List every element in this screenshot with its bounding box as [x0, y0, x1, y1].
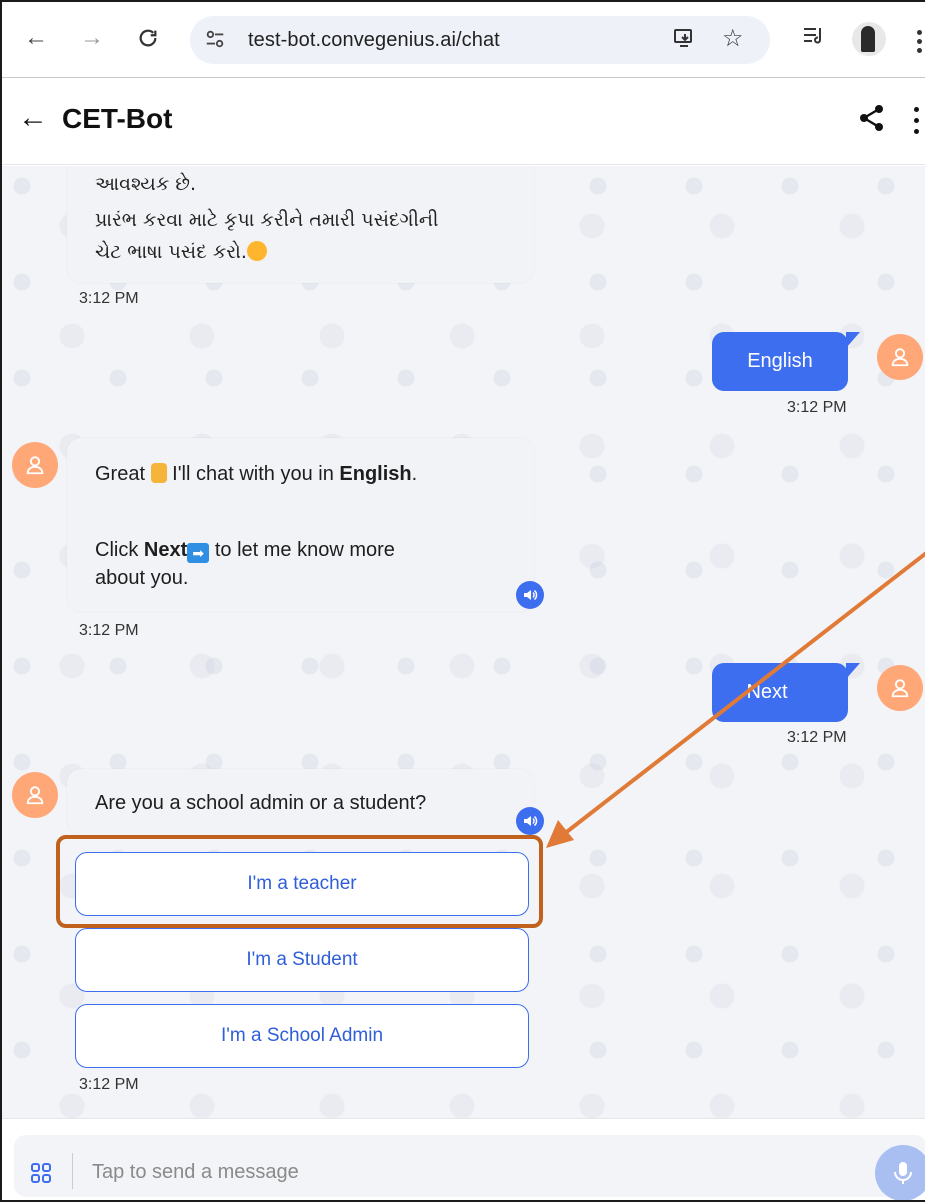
- message-text: Great: [95, 463, 146, 485]
- apps-grid-icon[interactable]: [30, 1162, 52, 1184]
- message-line: about you.: [95, 567, 189, 589]
- bot-message-bubble: Are you a school admin or a student?: [67, 769, 534, 835]
- message-text: Next: [746, 681, 788, 703]
- message-composer: [2, 1118, 925, 1200]
- thumbs-up-emoji-icon: [150, 463, 167, 483]
- user-icon: [26, 786, 44, 805]
- message-text: .: [411, 463, 418, 485]
- message-text: Click: [95, 539, 139, 561]
- message-timestamp: 3:12 PM: [79, 1076, 139, 1093]
- message-bold-text: English: [339, 463, 412, 485]
- message-line: Click Next ➡ to let me know more: [95, 536, 506, 564]
- message-bold-text: Next: [143, 539, 188, 561]
- mic-button[interactable]: [875, 1145, 925, 1200]
- site-settings-icon[interactable]: [204, 28, 226, 55]
- forward-icon[interactable]: →: [76, 22, 108, 54]
- screenshot-frame: ← → test-bot.convegenius.ai/chat ☆ ← CET: [0, 0, 925, 1202]
- composer-divider: [72, 1153, 73, 1189]
- profile-avatar[interactable]: [852, 22, 886, 56]
- reading-list-icon[interactable]: [802, 24, 826, 52]
- bot-avatar: [12, 442, 58, 488]
- message-text: I'll chat with you in: [172, 463, 334, 485]
- message-text: to let me know more: [214, 539, 395, 561]
- chat-header: ← CET-Bot: [2, 79, 925, 165]
- speaker-icon[interactable]: [516, 581, 544, 609]
- annotation-highlight-box: [56, 835, 543, 928]
- bot-message-bubble: Great I'll chat with you in English. Cli…: [67, 438, 534, 612]
- url-text[interactable]: test-bot.convegenius.ai/chat: [248, 29, 500, 52]
- user-icon: [891, 679, 909, 698]
- page-title: CET-Bot: [62, 103, 173, 134]
- browser-menu-icon[interactable]: [917, 30, 923, 53]
- share-icon[interactable]: [858, 103, 886, 133]
- user-message-bubble: English: [712, 332, 860, 391]
- bot-message-bubble: આવશ્યક છે. પ્રારંભ કરવા માટે કૃપા કરીને …: [67, 166, 534, 283]
- message-line: આવશ્યક છે.: [95, 173, 196, 195]
- right-arrow-emoji-icon: ➡: [187, 543, 210, 563]
- bookmark-star-icon[interactable]: ☆: [722, 24, 744, 53]
- more-vert-icon[interactable]: [914, 107, 922, 135]
- user-icon: [26, 456, 44, 475]
- message-timestamp: 3:12 PM: [787, 399, 847, 416]
- option-school-admin-button[interactable]: I'm a School Admin: [75, 1004, 529, 1068]
- reload-icon[interactable]: [132, 22, 164, 54]
- speaker-icon[interactable]: [516, 807, 544, 835]
- message-timestamp: 3:12 PM: [79, 622, 139, 639]
- address-bar[interactable]: test-bot.convegenius.ai/chat ☆: [190, 16, 770, 64]
- option-student-button[interactable]: I'm a Student: [75, 928, 529, 992]
- install-app-icon[interactable]: [672, 26, 696, 56]
- message-timestamp: 3:12 PM: [79, 290, 139, 307]
- chat-messages[interactable]: આવશ્યક છે. પ્રારંભ કરવા માટે કૃપા કરીને …: [2, 166, 925, 1118]
- message-text: English: [747, 350, 813, 372]
- message-line-with-emoji: ચેટ ભાષા પસંદ કરો.: [95, 236, 506, 268]
- message-text: ચેટ ભાષા પસંદ કરો.: [95, 241, 247, 263]
- bot-avatar: [12, 772, 58, 818]
- user-avatar: [877, 334, 923, 380]
- user-avatar: [877, 665, 923, 711]
- message-input[interactable]: [92, 1157, 792, 1187]
- message-text: Are you a school admin or a student?: [95, 792, 427, 814]
- message-line: Great I'll chat with you in English.: [95, 460, 506, 488]
- back-arrow-icon[interactable]: ←: [18, 101, 48, 135]
- user-message-bubble: Next: [712, 663, 860, 722]
- message-timestamp: 3:12 PM: [787, 729, 847, 746]
- browser-toolbar: ← → test-bot.convegenius.ai/chat ☆: [2, 2, 925, 78]
- mic-icon: [894, 1162, 912, 1184]
- message-line: પ્રારંભ કરવા માટે કૃપા કરીને તમારી પસંદગ…: [95, 209, 439, 231]
- back-icon[interactable]: ←: [20, 22, 52, 54]
- smile-emoji-icon: [246, 241, 267, 261]
- user-icon: [891, 348, 909, 367]
